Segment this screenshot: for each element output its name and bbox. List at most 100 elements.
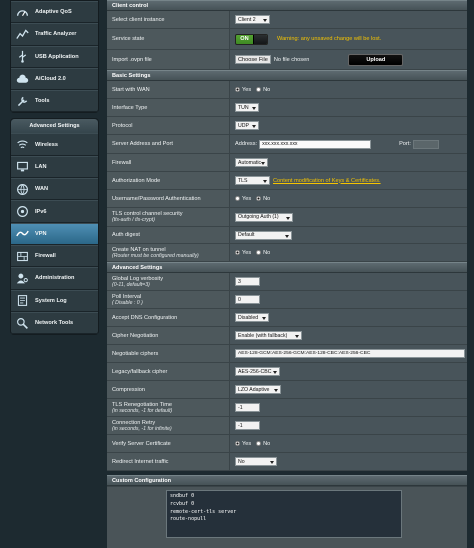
service-state-toggle[interactable]: ON: [235, 33, 268, 45]
interface-type-select[interactable]: TUN: [235, 103, 259, 112]
authorization-mode-select[interactable]: TLS: [235, 176, 270, 185]
compression-label: Compression: [112, 386, 145, 393]
sidebar-item-aicloud[interactable]: AiCloud 2.0: [11, 67, 98, 91]
sidebar-item-wan[interactable]: WAN: [11, 178, 98, 201]
upload-button[interactable]: Upload: [348, 53, 404, 66]
choose-file-button[interactable]: Choose File: [235, 55, 271, 64]
basic-settings-header: Basic Settings: [107, 70, 467, 81]
redirect-traffic-select[interactable]: No: [235, 457, 277, 466]
auth-digest-label: Auth digest: [112, 232, 140, 238]
no-file-text: No file chosen: [273, 56, 310, 63]
adaptive-qos-icon: [15, 5, 29, 19]
server-port-input[interactable]: [412, 139, 439, 149]
protocol-select[interactable]: UDP: [235, 121, 259, 130]
compression-row: Compression LZO Adaptive: [107, 381, 467, 399]
cipher-negotiation-label: Cipher Negotiation: [112, 332, 159, 339]
system-log-icon: [15, 294, 29, 308]
sidebar-item-firewall[interactable]: Firewall: [11, 244, 98, 268]
sidebar-item-ipv6[interactable]: IPv6: [11, 200, 98, 223]
tls-renegotiation-input[interactable]: -1: [235, 403, 260, 412]
client-instance-row: Select client instance Client 2: [107, 11, 467, 29]
verify-cert-no-radio[interactable]: No: [256, 441, 270, 447]
sidebar-item-traffic-analyzer[interactable]: Traffic Analyzer: [11, 23, 98, 46]
sidebar-item-vpn[interactable]: VPN: [11, 222, 98, 245]
accept-dns-row: Accept DNS Configuration Disabled: [107, 309, 467, 327]
nat-yes-radio[interactable]: Yes: [235, 250, 251, 256]
sidebar-item-network-tools[interactable]: Network Tools: [11, 311, 98, 335]
sidebar-item-label: Tools: [35, 98, 50, 105]
import-ovpn-row: Import .ovpn file Choose File No file ch…: [107, 50, 467, 70]
negotiable-ciphers-label: Negotiable ciphers: [112, 350, 159, 357]
sidebar-item-wireless[interactable]: Wireless: [11, 133, 98, 156]
sidebar: Adaptive QoS Traffic Analyzer USB Applic…: [10, 0, 99, 336]
import-ovpn-label: Import .ovpn file: [107, 50, 230, 69]
userpass-auth-label: Username/Password Authentication: [112, 195, 201, 202]
client-instance-select[interactable]: Client 2: [235, 15, 270, 24]
accept-dns-select[interactable]: Disabled: [235, 313, 269, 322]
cipher-negotiation-select[interactable]: Enable (with fallback): [235, 331, 302, 340]
compression-select[interactable]: LZO Adaptive: [235, 385, 281, 394]
firewall-icon: [15, 249, 29, 263]
userpass-no-radio[interactable]: No: [256, 196, 270, 202]
vpn-icon: [15, 227, 29, 241]
sidebar-item-label: Firewall: [35, 253, 56, 260]
nat-tunnel-row: Create NAT on tunnel (Router must be con…: [107, 244, 467, 262]
sidebar-item-label: AiCloud 2.0: [35, 76, 66, 83]
tls-channel-select[interactable]: Outgoing Auth (1): [235, 212, 293, 222]
sidebar-item-adaptive-qos[interactable]: Adaptive QoS: [11, 1, 98, 24]
sidebar-item-administration[interactable]: Administration: [11, 267, 98, 290]
verify-server-cert-row: Verify Server Certificate Yes No: [107, 435, 467, 453]
auth-digest-select[interactable]: Default: [235, 230, 292, 240]
connection-retry-input[interactable]: -1: [235, 421, 260, 430]
administration-icon: [15, 271, 29, 285]
userpass-auth-row: Username/Password Authentication Yes No: [107, 190, 467, 208]
userpass-yes-radio[interactable]: Yes: [235, 196, 251, 202]
verify-cert-yes-radio[interactable]: Yes: [235, 441, 251, 447]
sidebar-item-lan[interactable]: LAN: [11, 155, 98, 179]
sidebar-item-label: WAN: [35, 186, 49, 193]
custom-config-textarea[interactable]: sndbuf 0 rcvbuf 0 remote-cert-tls server…: [166, 490, 402, 538]
start-wan-no-radio[interactable]: No: [256, 87, 270, 93]
firewall-row: Firewall Automatic: [107, 154, 467, 172]
server-address-row: Server Address and Port Address: xxx.xxx…: [107, 135, 467, 154]
sidebar-item-label: LAN: [35, 163, 47, 170]
negotiable-ciphers-row: Negotiable ciphers AES-128-GCM:AES-256-G…: [107, 345, 467, 363]
sidebar-item-label: System Log: [35, 297, 67, 304]
cipher-negotiation-row: Cipher Negotiation Enable (with fallback…: [107, 327, 467, 345]
sidebar-item-label: VPN: [35, 230, 47, 237]
poll-interval-row: Poll Interval ( Disable : 0 ) 0: [107, 291, 467, 309]
firewall-label: Firewall: [112, 159, 132, 166]
port-prefix: Port:: [399, 141, 411, 147]
sidebar-item-system-log[interactable]: System Log: [11, 289, 98, 312]
sidebar-advanced-header: Advanced Settings: [11, 119, 98, 134]
firewall-select[interactable]: Automatic: [235, 158, 268, 167]
nat-no-radio[interactable]: No: [256, 250, 270, 256]
protocol-label: Protocol: [112, 122, 133, 129]
authorization-mode-row: Authorization Mode TLS Content modificat…: [107, 172, 467, 190]
service-state-label: Service state: [107, 29, 230, 49]
client-control-header: Client control: [107, 0, 467, 11]
keys-certificates-link[interactable]: Content modification of Keys & Certifica…: [273, 178, 381, 184]
log-verbosity-row: Global Log verbosity (0-11, default=3) 3: [107, 273, 467, 291]
sidebar-item-label: Wireless: [35, 141, 58, 148]
interface-type-row: Interface Type TUN: [107, 99, 467, 117]
legacy-cipher-row: Legacy/fallback cipher AES-256-CBC: [107, 363, 467, 381]
server-address-label: Server Address and Port: [112, 141, 173, 147]
nat-tunnel-note: (Router must be configured manually): [112, 252, 199, 259]
custom-config-header: Custom Configuration: [107, 475, 467, 486]
sidebar-item-usb-application[interactable]: USB Application: [11, 45, 98, 68]
tools-icon: [15, 94, 29, 108]
log-verbosity-input[interactable]: 3: [235, 277, 260, 286]
negotiable-ciphers-input[interactable]: AES-128-GCM:AES-256-GCM:AES-128-CBC:AES-…: [235, 349, 465, 358]
usb-icon: [15, 50, 29, 64]
tls-renegotiation-row: TLS Renegotiation Time (in seconds, -1 f…: [107, 399, 467, 417]
legacy-cipher-select[interactable]: AES-256-CBC: [235, 367, 280, 376]
poll-interval-note: ( Disable : 0 ): [112, 299, 143, 306]
tls-channel-note: (tls-auth / tls-crypt): [112, 217, 155, 223]
start-wan-yes-radio[interactable]: Yes: [235, 87, 251, 93]
sidebar-item-tools[interactable]: Tools: [11, 90, 98, 113]
poll-interval-input[interactable]: 0: [235, 295, 260, 304]
server-address-input[interactable]: xxx.xxx.xxx.xxx: [259, 139, 372, 149]
sidebar-item-label: Traffic Analyzer: [35, 31, 77, 38]
sidebar-item-label: IPv6: [35, 208, 47, 215]
